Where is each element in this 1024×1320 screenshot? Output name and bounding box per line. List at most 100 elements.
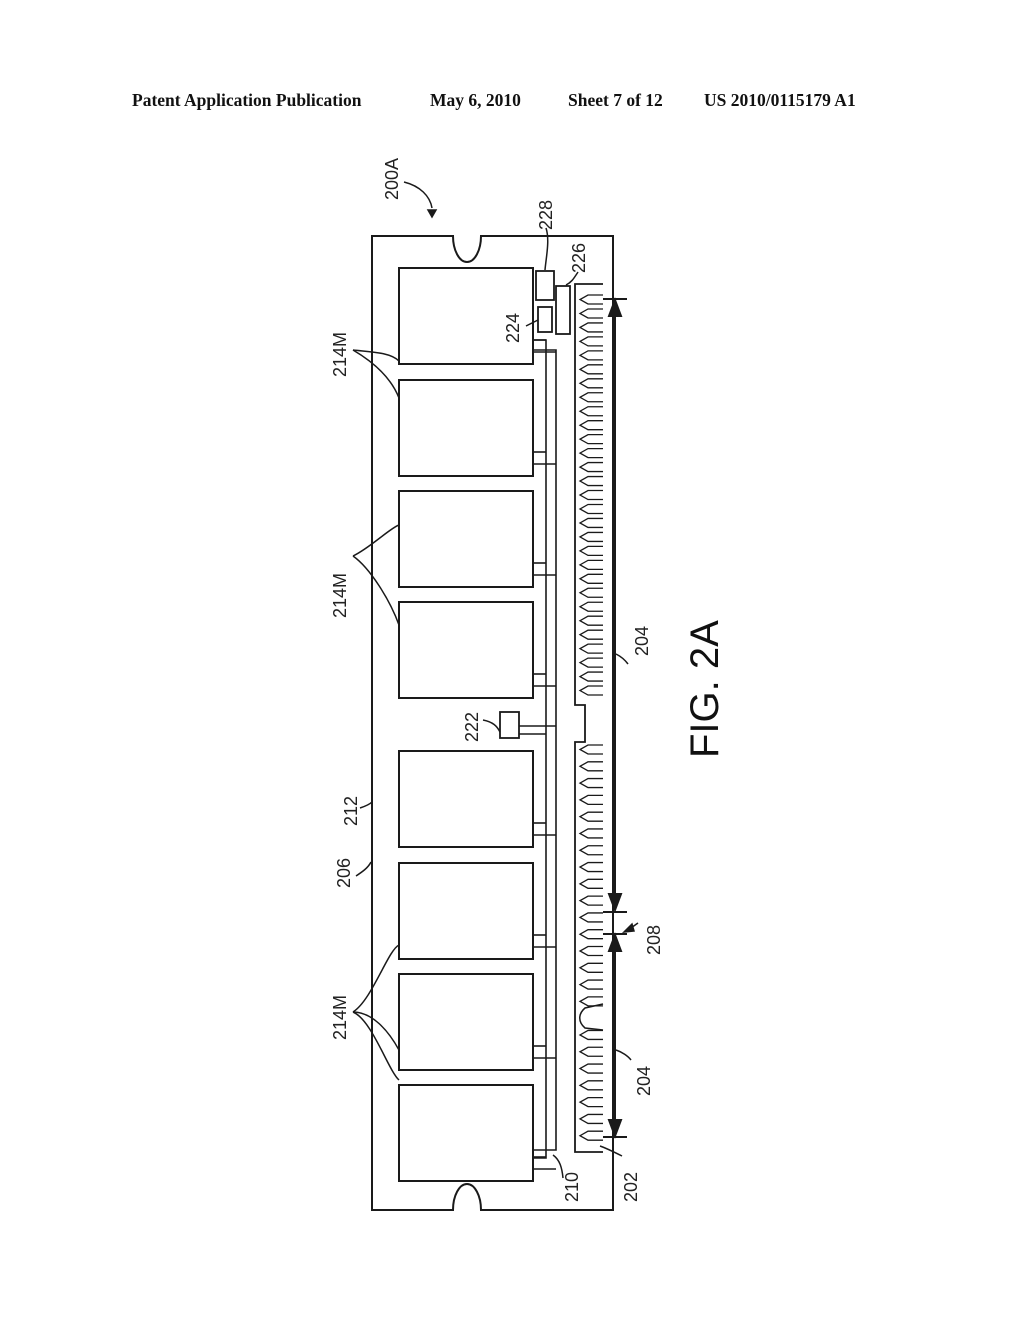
contact-pin xyxy=(578,761,603,772)
leader-204-upper xyxy=(615,653,629,665)
arrowhead-icon xyxy=(426,209,438,219)
contact-pin xyxy=(578,1046,603,1057)
contact-pin xyxy=(578,685,603,696)
leader-214M-e xyxy=(352,944,400,1013)
contact-pin xyxy=(578,945,603,957)
contact-pin xyxy=(578,744,603,755)
contact-pin xyxy=(578,475,603,487)
contact-pin xyxy=(578,878,603,889)
contact-pin xyxy=(578,434,603,445)
contact-pin xyxy=(578,1063,603,1074)
component-222 xyxy=(499,711,520,739)
trace-bus xyxy=(533,339,547,1159)
trace-bus xyxy=(533,349,557,1151)
label-226: 226 xyxy=(569,243,589,273)
label-214M-bottom: 214M xyxy=(330,995,350,1040)
label-214M-top: 214M xyxy=(330,332,350,377)
contact-pin xyxy=(578,615,603,626)
label-212: 212 xyxy=(341,796,361,826)
contact-pin xyxy=(578,794,603,806)
contact-pin xyxy=(578,1029,603,1041)
contact-pin xyxy=(578,1080,603,1091)
label-224: 224 xyxy=(503,313,523,343)
contact-pin xyxy=(578,447,603,459)
contact-pin xyxy=(578,378,603,389)
memory-chip xyxy=(398,973,534,1071)
label-206: 206 xyxy=(334,858,354,888)
component-224 xyxy=(537,306,553,333)
arrowhead-icon xyxy=(607,932,623,952)
leader-202 xyxy=(599,1145,623,1157)
contact-pins xyxy=(578,294,604,1141)
contact-pin xyxy=(578,828,603,839)
contact-pin xyxy=(578,601,603,612)
contact-pin xyxy=(578,671,603,682)
contact-pin xyxy=(578,1096,603,1108)
leader-200A xyxy=(403,181,433,209)
contact-pin xyxy=(578,294,603,305)
contact-pin xyxy=(578,517,603,529)
contact-pin xyxy=(578,336,603,347)
leader-212 xyxy=(359,801,373,809)
contact-pin xyxy=(578,912,603,923)
arrowhead-icon xyxy=(621,922,635,933)
contact-pin xyxy=(578,657,603,668)
label-208: 208 xyxy=(644,925,664,955)
arrowhead-icon xyxy=(607,297,623,317)
contact-pin xyxy=(578,559,603,570)
contact-pin xyxy=(578,420,603,431)
contact-pin xyxy=(578,461,603,473)
contact-pin xyxy=(578,587,603,598)
label-228: 228 xyxy=(536,200,556,230)
contact-pin xyxy=(578,929,603,940)
contact-pin xyxy=(578,545,603,557)
contact-pin xyxy=(578,364,603,375)
contact-pin xyxy=(578,962,603,973)
contact-pin xyxy=(578,895,603,906)
leader-228 xyxy=(544,227,549,271)
contact-pin xyxy=(578,531,603,543)
label-204-upper: 204 xyxy=(632,626,652,656)
memory-chip xyxy=(398,1084,534,1182)
contact-pin xyxy=(578,629,603,640)
contact-pin xyxy=(578,406,603,417)
contact-pin xyxy=(578,392,603,403)
contact-pin xyxy=(578,777,603,789)
label-204-lower: 204 xyxy=(634,1066,654,1096)
contact-pin xyxy=(578,845,603,856)
contact-pin xyxy=(578,1113,603,1125)
contact-pin xyxy=(578,643,603,654)
label-222: 222 xyxy=(462,712,482,742)
arrowhead-icon xyxy=(607,1119,623,1139)
contact-pin xyxy=(578,308,603,319)
label-200A: 200A xyxy=(382,158,402,200)
contact-pin xyxy=(578,811,603,822)
leader-214M-a xyxy=(352,349,400,362)
patent-drawing: 200A 228 226 224 222 214M 214M 214M 212 … xyxy=(330,158,727,1211)
memory-chip xyxy=(398,862,534,960)
leader-214M-g xyxy=(352,1011,400,1081)
memory-chip xyxy=(398,379,534,477)
contact-pin xyxy=(578,350,603,361)
memory-chip xyxy=(398,750,534,848)
leader-222 xyxy=(482,719,501,733)
memory-chip xyxy=(398,601,534,699)
contact-pin xyxy=(578,489,603,501)
leader-214M-d xyxy=(352,555,400,626)
contact-pin xyxy=(578,503,603,515)
contact-pin xyxy=(578,322,603,333)
leader-214M-c xyxy=(352,524,400,557)
label-202: 202 xyxy=(621,1172,641,1202)
figure-caption: FIG. 2A xyxy=(683,620,727,758)
leader-204-lower xyxy=(615,1049,632,1061)
connector-bump xyxy=(579,1003,604,1031)
contact-pin xyxy=(578,1130,603,1141)
contact-pin xyxy=(578,861,603,873)
component-226 xyxy=(555,285,571,335)
label-214M-mid: 214M xyxy=(330,573,350,618)
memory-chip xyxy=(398,490,534,588)
arrowhead-icon xyxy=(607,893,623,913)
contact-pin xyxy=(578,979,603,990)
contact-pin xyxy=(578,573,603,584)
leader-206 xyxy=(355,861,372,877)
